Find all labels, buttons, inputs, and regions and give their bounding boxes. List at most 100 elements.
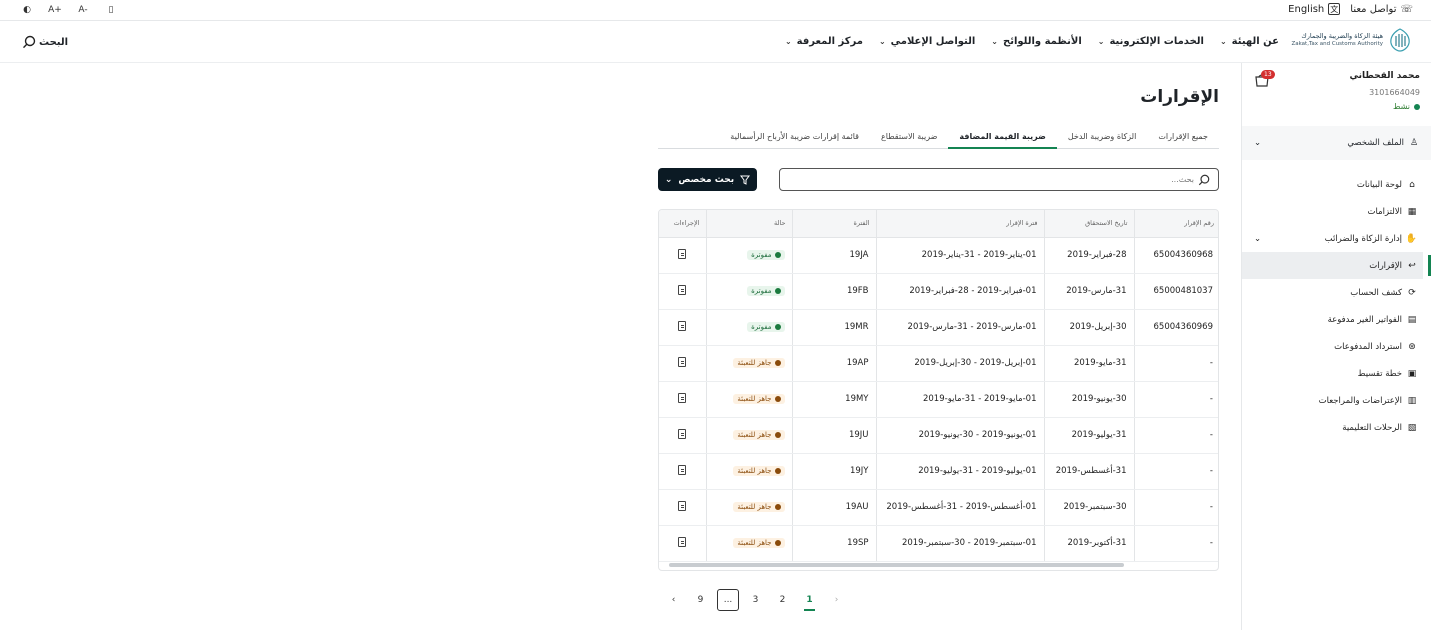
view-document-icon[interactable] — [678, 320, 687, 331]
filter-icon — [740, 175, 751, 185]
actions-cell — [659, 345, 706, 382]
pagination: ‹ 9 ... 3 2 1 › — [660, 589, 850, 611]
page-button[interactable]: 2 — [769, 589, 796, 611]
return-number-cell: - — [1133, 453, 1218, 490]
table-header-row: رقم الإقرار تاريخ الاستحقاق فترة الإقرار… — [659, 210, 1218, 238]
font-increase-button[interactable]: A+ — [48, 3, 62, 17]
sidebar-item-label: الإعتراضات والمراجعات — [1318, 395, 1402, 406]
table-row: 65004360968 28-فبراير-2019 01-يناير-2019 -… — [659, 237, 1218, 274]
language-switch[interactable]: 文 English — [1288, 3, 1341, 15]
col-return-number: رقم الإقرار — [1133, 210, 1218, 238]
view-document-icon[interactable] — [678, 464, 687, 475]
status-label: مفوترة — [751, 250, 772, 259]
custom-search-button[interactable]: بحث مخصص ⌄ — [658, 168, 757, 191]
status-badge: جاهز للتعبئة — [733, 537, 785, 548]
search-input[interactable] — [814, 175, 1194, 184]
actions-cell — [659, 381, 706, 418]
table-row: 65000481037 31-مارس-2019 01-فبراير-2019 - … — [659, 273, 1218, 310]
page-button[interactable]: 9 — [687, 589, 714, 611]
sidebar-item-zakat-tax[interactable]: ✋ إدارة الزكاة والضرائب ⌄ — [1242, 225, 1431, 252]
nav-search-label: البحث — [39, 36, 69, 48]
sidebar-item-label: كشف الحساب — [1350, 287, 1402, 298]
phone-icon: ☏ — [1400, 3, 1413, 15]
mobile-icon[interactable]: ▯ — [104, 3, 118, 17]
sidebar-item-unpaid-invoices[interactable]: ▤ الفواتير الغير مدفوعة — [1242, 306, 1431, 333]
sidebar-item-refunds[interactable]: ⊛ استرداد المدفوعات — [1242, 333, 1431, 360]
nav-item-regulations[interactable]: الأنظمة واللوائح ⌄ — [991, 36, 1081, 47]
status-dot-icon — [774, 539, 781, 546]
status-label: نشط — [1393, 102, 1410, 111]
sidebar-item-obligations[interactable]: ▦ الالتزامات — [1242, 198, 1431, 225]
nav-item-label: مركز المعرفة — [796, 36, 863, 47]
sidebar-item-installment[interactable]: ▣ خطة تقسيط — [1242, 360, 1431, 387]
chevron-down-icon: ⌄ — [1219, 37, 1227, 46]
returns-tabs: جميع الإقرارات الزكاة وضريبة الدخل ضريبة… — [658, 125, 1219, 149]
tab-zakat-income[interactable]: الزكاة وضريبة الدخل — [1057, 125, 1147, 148]
sidebar-item-account-statement[interactable]: ⟳ كشف الحساب — [1242, 279, 1431, 306]
sidebar-item-objections[interactable]: ▥ الإعتراضات والمراجعات — [1242, 387, 1431, 414]
due-date-cell: 28-فبراير-2019 — [1043, 237, 1134, 274]
period-code-cell: 19JU — [791, 417, 876, 454]
next-page-button[interactable]: › — [823, 589, 850, 611]
contact-link[interactable]: ☏ تواصل معنا — [1350, 4, 1413, 15]
profile-file-toggle[interactable]: ♙ الملف الشخصي ⌄ — [1242, 126, 1431, 160]
tab-all-returns[interactable]: جميع الإقرارات — [1147, 125, 1219, 148]
utility-bar: ◐ A+ A- ▯ ☏ تواصل معنا 文 English — [0, 0, 1431, 21]
status-label: جاهز للتعبئة — [737, 538, 772, 547]
page-button-current[interactable]: 1 — [796, 589, 823, 611]
period-code-cell: 19MY — [791, 381, 876, 418]
page-ellipsis[interactable]: ... — [717, 589, 739, 611]
contrast-icon[interactable]: ◐ — [20, 3, 34, 17]
nav-item-label: التواصل الإعلامي — [890, 36, 976, 47]
view-document-icon[interactable] — [678, 428, 687, 439]
table-row: -30-يونيو-2019 01-مايو-2019 - 31-مايو-201… — [659, 381, 1218, 418]
view-document-icon[interactable] — [678, 392, 687, 403]
logo-text: هيئة الزكاة والضريبة والجمارك Zakat,Tax … — [1291, 32, 1383, 48]
coin-icon: ⊛ — [1408, 341, 1416, 352]
nav-item-about[interactable]: عن الهيئة ⌄ — [1220, 36, 1279, 47]
view-document-icon[interactable] — [678, 284, 687, 295]
view-document-icon[interactable] — [678, 536, 687, 547]
font-decrease-button[interactable]: A- — [76, 3, 90, 17]
chevron-down-icon: ⌄ — [784, 37, 792, 46]
accessibility-tools: ◐ A+ A- ▯ — [20, 3, 118, 17]
nav-search-button[interactable]: البحث — [22, 35, 68, 49]
sidebar-item-returns[interactable]: ↩ الإقرارات — [1242, 252, 1431, 279]
view-document-icon[interactable] — [678, 356, 687, 367]
page-title: الإقرارات — [1140, 87, 1219, 107]
tab-vat[interactable]: ضريبة القيمة المضافة — [948, 125, 1058, 149]
nav-item-media[interactable]: التواصل الإعلامي ⌄ — [879, 36, 975, 47]
sidebar-item-label: الالتزامات — [1367, 206, 1402, 217]
table-row: -31-أكتوبر-2019 01-سبتمبر-2019 - 30-سبتمب… — [659, 525, 1218, 562]
sidebar-item-dashboard[interactable]: ⌂ لوحة البيانات — [1242, 171, 1431, 198]
authority-logo[interactable]: هيئة الزكاة والضريبة والجمارك Zakat,Tax … — [1291, 28, 1411, 52]
sidebar-item-learning[interactable]: ▧ الرحلات التعليمية — [1242, 414, 1431, 441]
table-row: -31-أغسطس-2019 01-يوليو-2019 - 31-يوليو-2… — [659, 453, 1218, 490]
tab-capital-gains[interactable]: قائمة إقرارات ضريبة الأرباح الرأسمالية — [719, 125, 870, 148]
due-date-cell: 31-أكتوبر-2019 — [1043, 525, 1134, 562]
tab-withholding[interactable]: ضريبة الاستقطاع — [870, 125, 948, 148]
status-dot-icon — [774, 467, 781, 474]
status-label: مفوترة — [751, 322, 772, 331]
period-code-cell: 19AP — [791, 345, 876, 382]
document-list-icon: ▥ — [1407, 395, 1417, 406]
status-badge: جاهز للتعبئة — [733, 357, 785, 368]
sidebar-item-label: الفواتير الغير مدفوعة — [1327, 314, 1402, 325]
view-document-icon[interactable] — [678, 500, 687, 511]
cart-count-badge: 13 — [1261, 70, 1275, 79]
due-date-cell: 30-يونيو-2019 — [1043, 381, 1134, 418]
status-cell: جاهز للتعبئة — [705, 381, 792, 418]
nav-item-knowledge[interactable]: مركز المعرفة ⌄ — [785, 36, 863, 47]
due-date-cell: 31-أغسطس-2019 — [1043, 453, 1134, 490]
view-document-icon[interactable] — [678, 248, 687, 259]
actions-cell — [659, 525, 706, 562]
prev-page-button[interactable]: ‹ — [660, 589, 687, 611]
status-label: جاهز للتعبئة — [737, 502, 772, 511]
status-label: جاهز للتعبئة — [737, 394, 772, 403]
status-label: جاهز للتعبئة — [737, 466, 772, 475]
return-period-cell: 01-سبتمبر-2019 - 30-سبتمبر-2019 — [875, 525, 1044, 562]
nav-item-eservices[interactable]: الخدمات الإلكترونية ⌄ — [1098, 36, 1204, 47]
logo-english: Zakat,Tax and Customs Authority — [1291, 41, 1383, 47]
page-button[interactable]: 3 — [742, 589, 769, 611]
horizontal-scrollbar[interactable] — [669, 563, 1124, 567]
